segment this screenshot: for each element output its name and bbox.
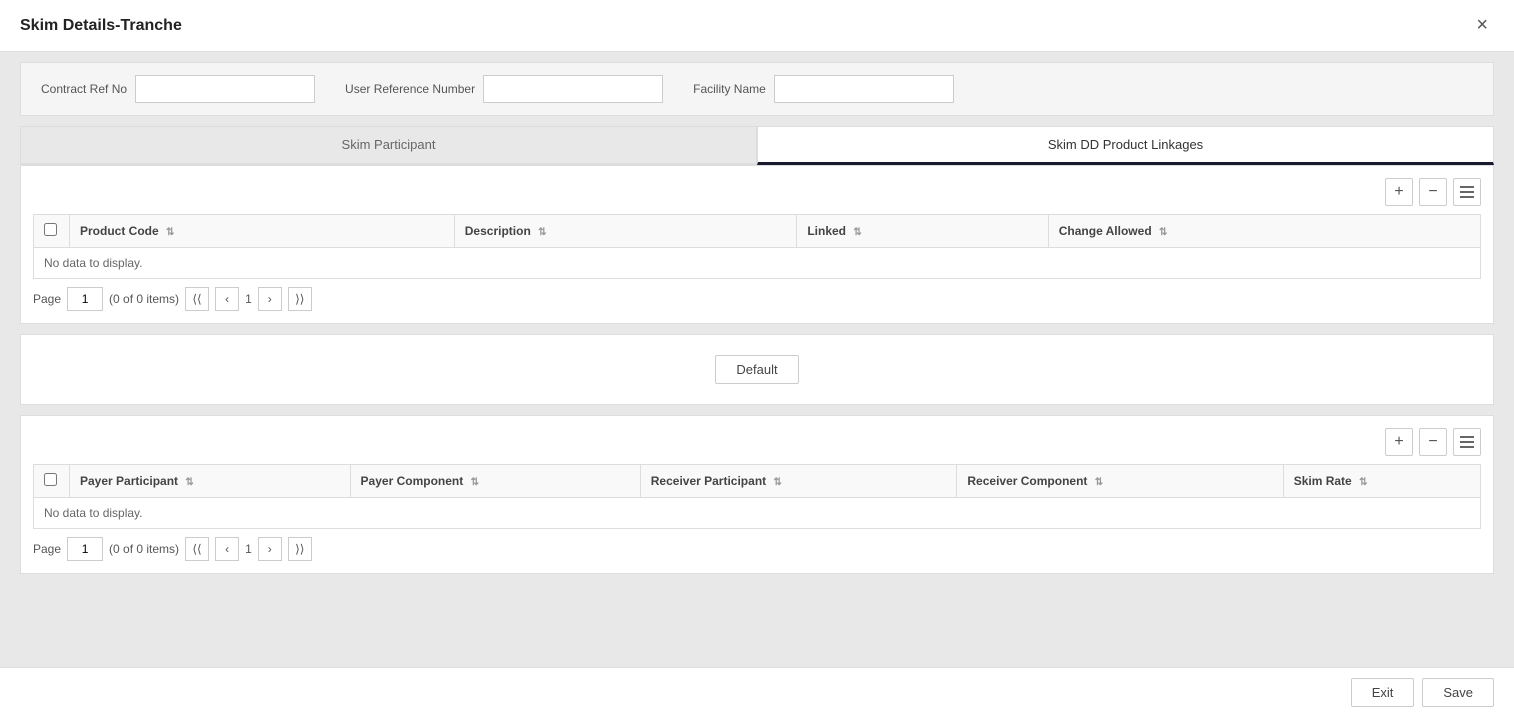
modal-header: Skim Details-Tranche × [0,0,1514,52]
modal-footer: Exit Save [0,667,1514,717]
table2-next-page-button[interactable]: › [258,537,282,561]
list-icon-2 [1460,436,1474,448]
table2-remove-button[interactable]: − [1419,428,1447,456]
description-sort-icon[interactable]: ⇅ [538,227,546,238]
contract-ref-input[interactable] [135,75,315,103]
table2-col-receiver-participant: Receiver Participant ⇅ [640,465,957,498]
product-linkages-section: + − [20,165,1494,324]
table1-add-button[interactable]: + [1385,178,1413,206]
user-ref-group: User Reference Number [345,75,663,103]
table2-col-skim-rate: Skim Rate ⇅ [1283,465,1480,498]
user-ref-input[interactable] [483,75,663,103]
table2-col-receiver-component: Receiver Component ⇅ [957,465,1283,498]
tab-skim-participant[interactable]: Skim Participant [20,126,757,165]
top-form: Contract Ref No User Reference Number Fa… [20,62,1494,116]
linked-sort-icon[interactable]: ⇅ [853,227,861,238]
table2-page-input[interactable] [67,537,103,561]
table1-col-description: Description ⇅ [454,215,797,248]
receiver-participant-sort-icon[interactable]: ⇅ [773,477,781,488]
table2-page-label: Page [33,542,61,556]
table1-remove-button[interactable]: − [1419,178,1447,206]
table1-col-product-code: Product Code ⇅ [70,215,455,248]
user-ref-label: User Reference Number [345,82,475,96]
payer-participant-section: + − [20,415,1494,574]
close-button[interactable]: × [1470,12,1494,39]
table2-no-data-cell: No data to display. [34,498,1481,529]
table1-list-button[interactable] [1453,178,1481,206]
payer-component-sort-icon[interactable]: ⇅ [471,477,479,488]
payer-participant-sort-icon[interactable]: ⇅ [185,477,193,488]
table2-select-all-checkbox[interactable] [44,473,57,486]
contract-ref-label: Contract Ref No [41,82,127,96]
table1-next-page-button[interactable]: › [258,287,282,311]
modal-body: Contract Ref No User Reference Number Fa… [0,52,1514,667]
table2-current-page: 1 [245,542,252,556]
table1-last-page-button[interactable]: ⟩⟩ [288,287,312,311]
skim-rate-sort-icon[interactable]: ⇅ [1359,477,1367,488]
table1-items-info: (0 of 0 items) [109,292,179,306]
table2-prev-page-button[interactable]: ‹ [215,537,239,561]
exit-button[interactable]: Exit [1351,678,1415,707]
table1-col-linked: Linked ⇅ [797,215,1048,248]
modal-title: Skim Details-Tranche [20,17,182,35]
table2-no-data-row: No data to display. [34,498,1481,529]
list-icon [1460,186,1474,198]
facility-name-label: Facility Name [693,82,766,96]
product-linkages-table: Product Code ⇅ Description ⇅ Linked ⇅ [33,214,1481,279]
product-code-sort-icon[interactable]: ⇅ [166,227,174,238]
contract-ref-group: Contract Ref No [41,75,315,103]
table2-list-button[interactable] [1453,428,1481,456]
payer-participant-table: Payer Participant ⇅ Payer Component ⇅ Re… [33,464,1481,529]
table1-current-page: 1 [245,292,252,306]
receiver-component-sort-icon[interactable]: ⇅ [1095,477,1103,488]
default-button[interactable]: Default [715,355,798,384]
table2-pagination: Page (0 of 0 items) ⟨⟨ ‹ 1 › ⟩⟩ [33,537,1481,561]
facility-name-group: Facility Name [693,75,954,103]
table1-no-data-row: No data to display. [34,248,1481,279]
table2-first-page-button[interactable]: ⟨⟨ [185,537,209,561]
table1-pagination: Page (0 of 0 items) ⟨⟨ ‹ 1 › ⟩⟩ [33,287,1481,311]
table2-col-payer-participant: Payer Participant ⇅ [70,465,351,498]
table2-toolbar: + − [33,428,1481,456]
table1-toolbar: + − [33,178,1481,206]
default-btn-container: Default [33,347,1481,392]
tab-skim-dd-product-linkages[interactable]: Skim DD Product Linkages [757,126,1494,165]
skim-details-modal: Skim Details-Tranche × Contract Ref No U… [0,0,1514,717]
table1-select-all-checkbox[interactable] [44,223,57,236]
default-section: Default [20,334,1494,405]
table1-first-page-button[interactable]: ⟨⟨ [185,287,209,311]
table2-last-page-button[interactable]: ⟩⟩ [288,537,312,561]
facility-name-input[interactable] [774,75,954,103]
table1-page-label: Page [33,292,61,306]
table1-no-data-cell: No data to display. [34,248,1481,279]
tabs-container: Skim Participant Skim DD Product Linkage… [20,126,1494,165]
table1-prev-page-button[interactable]: ‹ [215,287,239,311]
table2-items-info: (0 of 0 items) [109,542,179,556]
change-allowed-sort-icon[interactable]: ⇅ [1159,227,1167,238]
table1-select-all-col [34,215,70,248]
table1-page-input[interactable] [67,287,103,311]
save-button[interactable]: Save [1422,678,1494,707]
table2-add-button[interactable]: + [1385,428,1413,456]
table1-col-change-allowed: Change Allowed ⇅ [1048,215,1480,248]
table2-select-all-col [34,465,70,498]
table2-col-payer-component: Payer Component ⇅ [350,465,640,498]
